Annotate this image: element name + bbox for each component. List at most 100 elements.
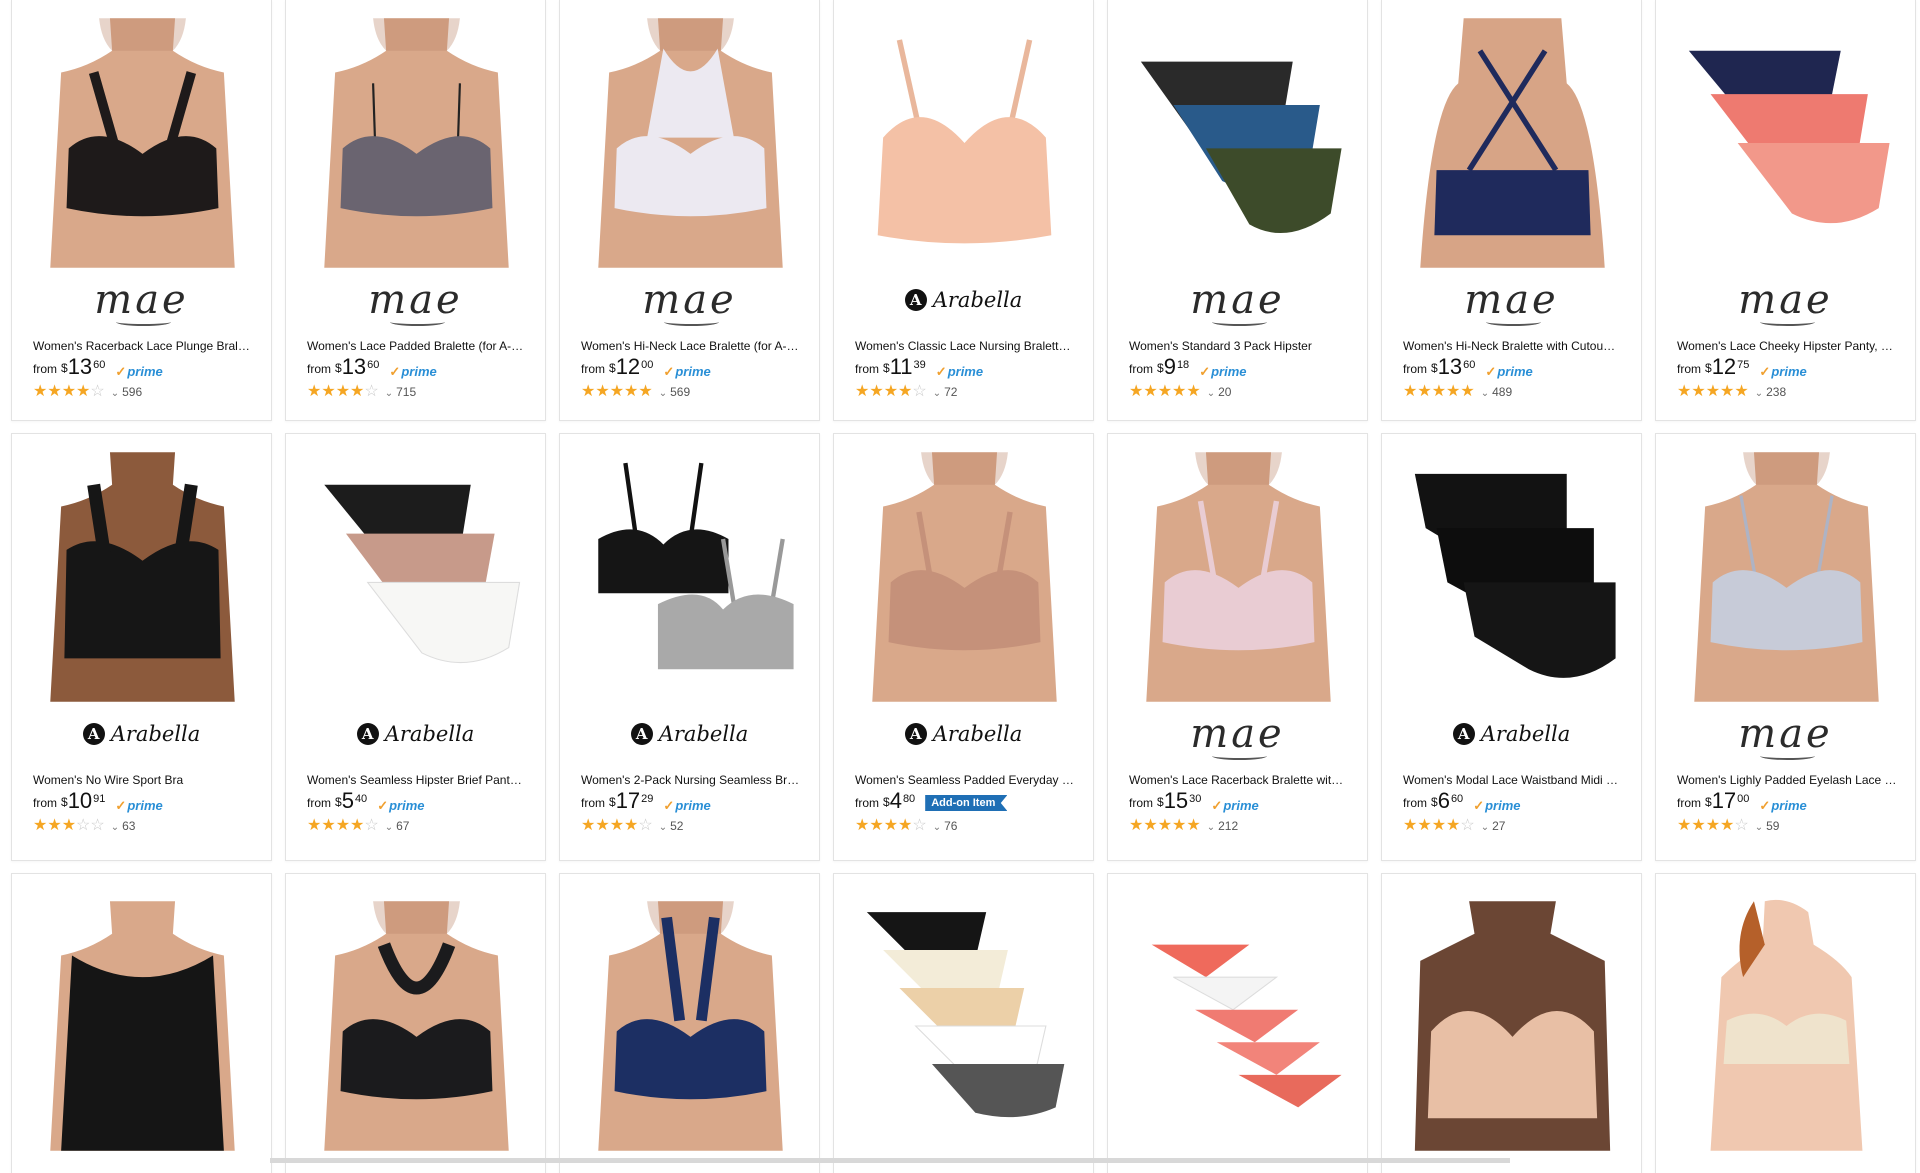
product-card[interactable]: A Arabella Women's 2-Pack Nursing Seamless…	[559, 433, 820, 861]
review-count[interactable]: 59	[1766, 819, 1779, 833]
product-title[interactable]: Women's Lighly Padded Eyelash Lace …	[1677, 773, 1897, 787]
chevron-down-icon[interactable]: ⌄	[659, 388, 667, 399]
brand-logo[interactable]: mae	[1108, 714, 1367, 760]
star-rating-icon[interactable]: ★★★☆☆	[33, 818, 105, 834]
product-card[interactable]	[559, 873, 820, 1173]
product-title[interactable]: Women's No Wire Sport Bra	[33, 773, 253, 787]
chevron-down-icon[interactable]: ⌄	[1755, 822, 1763, 833]
review-count[interactable]: 715	[396, 385, 416, 399]
product-card[interactable]	[1655, 873, 1916, 1173]
star-rating-icon[interactable]: ★★★★★	[1129, 384, 1201, 400]
chevron-down-icon[interactable]: ⌄	[385, 822, 393, 833]
star-rating-icon[interactable]: ★★★★★	[1403, 384, 1475, 400]
product-image[interactable]	[34, 18, 251, 268]
product-title[interactable]: Women's Seamless Padded Everyday Bra	[855, 773, 1075, 787]
brand-logo[interactable]: mae	[1382, 280, 1641, 326]
product-card[interactable]	[1107, 873, 1368, 1173]
product-title[interactable]: Women's Classic Lace Nursing Bralette…	[855, 339, 1075, 353]
product-image[interactable]	[308, 892, 525, 1160]
star-rating-icon[interactable]: ★★★★★	[1129, 818, 1201, 834]
star-rating-icon[interactable]: ★★★★☆	[307, 818, 379, 834]
star-rating-icon[interactable]: ★★★★☆	[855, 384, 927, 400]
review-count[interactable]: 569	[670, 385, 690, 399]
chevron-down-icon[interactable]: ⌄	[1481, 388, 1489, 399]
product-image[interactable]	[308, 18, 525, 268]
review-count[interactable]: 63	[122, 819, 135, 833]
product-image[interactable]	[856, 18, 1073, 268]
brand-logo[interactable]: A Arabella	[286, 714, 545, 754]
horizontal-scrollbar[interactable]	[270, 1158, 1510, 1163]
star-rating-icon[interactable]: ★★★★☆	[855, 818, 927, 834]
brand-logo[interactable]: mae	[286, 280, 545, 326]
product-card[interactable]: A Arabella Women's No Wire Sport Bra from $1…	[11, 433, 272, 861]
brand-logo[interactable]: mae	[1108, 280, 1367, 326]
rating[interactable]: ★★★★★ ⌄ 489	[1403, 384, 1512, 400]
rating[interactable]: ★★★★☆ ⌄ 72	[855, 384, 957, 400]
chevron-down-icon[interactable]: ⌄	[385, 388, 393, 399]
review-count[interactable]: 27	[1492, 819, 1505, 833]
review-count[interactable]: 76	[944, 819, 957, 833]
star-rating-icon[interactable]: ★★★★☆	[1677, 818, 1749, 834]
star-rating-icon[interactable]: ★★★★☆	[33, 384, 105, 400]
product-card[interactable]: mae Women's Lace Racerback Bralette wit… f…	[1107, 433, 1368, 861]
product-title[interactable]: Women's Seamless Hipster Brief Panty…	[307, 773, 527, 787]
product-image[interactable]	[34, 452, 251, 702]
review-count[interactable]: 67	[396, 819, 409, 833]
star-rating-icon[interactable]: ★★★★★	[581, 384, 653, 400]
star-rating-icon[interactable]: ★★★★★	[1677, 384, 1749, 400]
rating[interactable]: ★★★★☆ ⌄ 596	[33, 384, 142, 400]
chevron-down-icon[interactable]: ⌄	[1207, 822, 1215, 833]
product-image[interactable]	[582, 892, 799, 1160]
product-title[interactable]: Women's Modal Lace Waistband Midi …	[1403, 773, 1623, 787]
review-count[interactable]: 72	[944, 385, 957, 399]
product-title[interactable]: Women's Lace Racerback Bralette wit…	[1129, 773, 1349, 787]
product-image[interactable]	[1404, 452, 1621, 702]
star-rating-icon[interactable]: ★★★★☆	[307, 384, 379, 400]
product-title[interactable]: Women's 2-Pack Nursing Seamless Br…	[581, 773, 801, 787]
brand-logo[interactable]: mae	[560, 280, 819, 326]
product-image[interactable]	[308, 452, 525, 702]
chevron-down-icon[interactable]: ⌄	[933, 388, 941, 399]
product-card[interactable]	[833, 873, 1094, 1173]
product-image[interactable]	[1130, 452, 1347, 702]
product-image[interactable]	[856, 452, 1073, 702]
brand-logo[interactable]: A Arabella	[834, 280, 1093, 320]
product-card[interactable]	[11, 873, 272, 1173]
chevron-down-icon[interactable]: ⌄	[659, 822, 667, 833]
review-count[interactable]: 20	[1218, 385, 1231, 399]
product-card[interactable]: A Arabella Women's Seamless Hipster Brief …	[285, 433, 546, 861]
chevron-down-icon[interactable]: ⌄	[111, 388, 119, 399]
product-title[interactable]: Women's Hi-Neck Bralette with Cutou…	[1403, 339, 1623, 353]
product-card[interactable]	[285, 873, 546, 1173]
product-image[interactable]	[1130, 18, 1347, 268]
chevron-down-icon[interactable]: ⌄	[1755, 388, 1763, 399]
product-image[interactable]	[1404, 18, 1621, 268]
brand-logo[interactable]: mae	[1656, 714, 1915, 760]
product-title[interactable]: Women's Lace Padded Bralette (for A-…	[307, 339, 527, 353]
review-count[interactable]: 238	[1766, 385, 1786, 399]
rating[interactable]: ★★★★★ ⌄ 569	[581, 384, 690, 400]
rating[interactable]: ★★★★☆ ⌄ 52	[581, 818, 683, 834]
product-card[interactable]: A Arabella Women's Classic Lace Nursing Br…	[833, 0, 1094, 421]
product-card[interactable]: mae Women's Hi-Neck Lace Bralette (for A-…	[559, 0, 820, 421]
product-image[interactable]	[34, 892, 251, 1160]
product-title[interactable]: Women's Lace Cheeky Hipster Panty, …	[1677, 339, 1897, 353]
product-card[interactable]: mae Women's Lighly Padded Eyelash Lace … f…	[1655, 433, 1916, 861]
brand-logo[interactable]: A Arabella	[560, 714, 819, 754]
product-title[interactable]: Women's Racerback Lace Plunge Brale…	[33, 339, 253, 353]
product-image[interactable]	[582, 18, 799, 268]
rating[interactable]: ★★★☆☆ ⌄ 63	[33, 818, 135, 834]
rating[interactable]: ★★★★☆ ⌄ 715	[307, 384, 416, 400]
product-card[interactable]: A Arabella Women's Seamless Padded Everyda…	[833, 433, 1094, 861]
product-image[interactable]	[856, 892, 1073, 1160]
product-card[interactable]: mae Women's Standard 3 Pack Hipster from $9…	[1107, 0, 1368, 421]
chevron-down-icon[interactable]: ⌄	[933, 822, 941, 833]
product-card[interactable]	[1381, 873, 1642, 1173]
brand-logo[interactable]: A Arabella	[12, 714, 271, 754]
rating[interactable]: ★★★★★ ⌄ 20	[1129, 384, 1231, 400]
brand-logo[interactable]: mae	[12, 280, 271, 326]
product-card[interactable]: mae Women's Hi-Neck Bralette with Cutou… f…	[1381, 0, 1642, 421]
review-count[interactable]: 489	[1492, 385, 1512, 399]
product-image[interactable]	[1678, 452, 1895, 702]
review-count[interactable]: 52	[670, 819, 683, 833]
